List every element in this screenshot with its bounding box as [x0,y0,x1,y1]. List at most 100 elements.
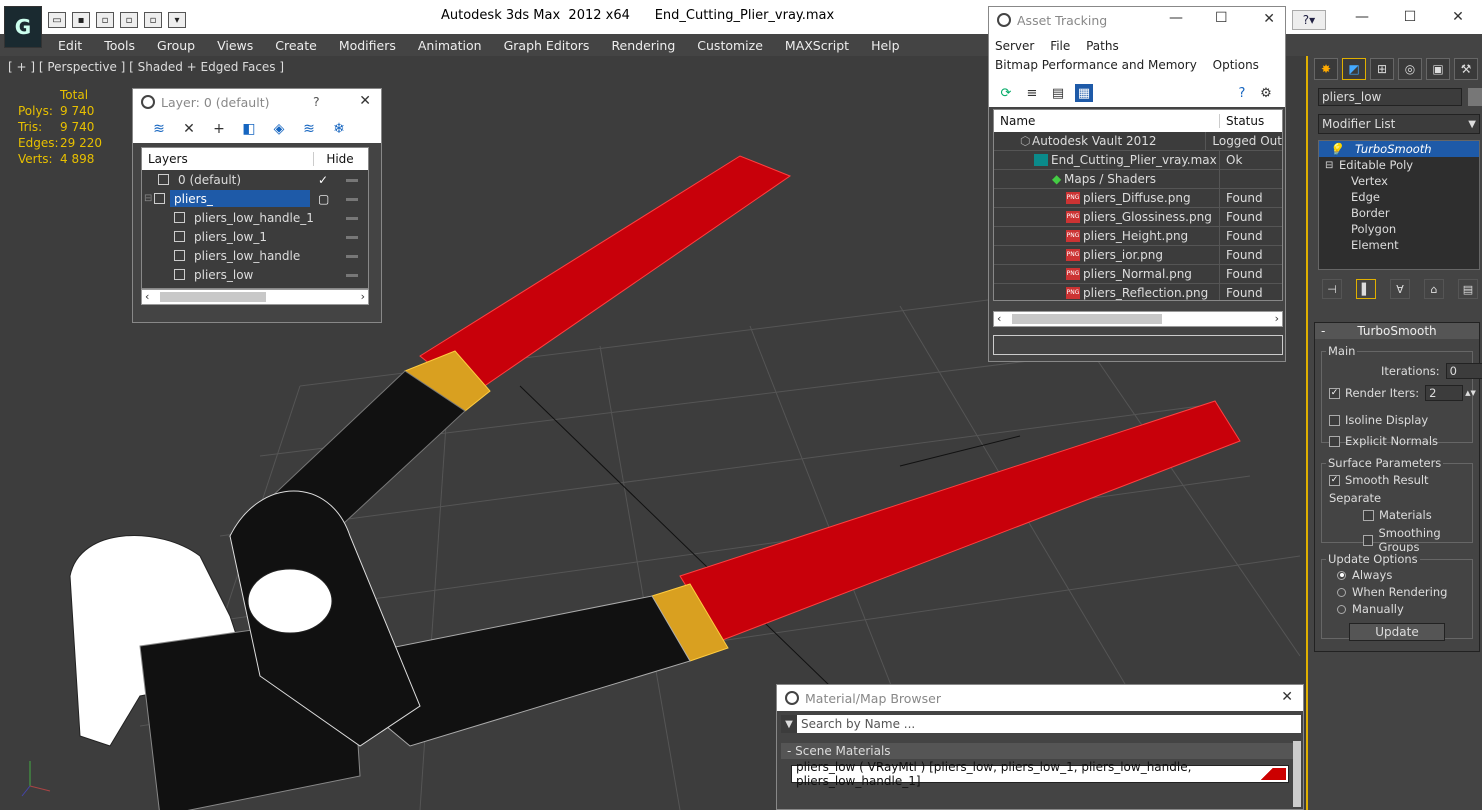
menu-group[interactable]: Group [157,38,195,53]
minimize-icon[interactable]: — [1169,10,1183,26]
menu-tools[interactable]: Tools [104,38,135,53]
status-column-header[interactable]: Status [1220,114,1264,128]
scrollbar-thumb[interactable] [1012,314,1162,324]
hide-toggle[interactable] [346,236,358,239]
new-scene-icon[interactable]: ▫ [96,12,114,28]
table-row[interactable]: ⬡ Autodesk Vault 2012 Logged Out [994,131,1282,151]
table-row[interactable]: PNG pliers_Height.png Found [994,226,1282,246]
menu-modifiers[interactable]: Modifiers [339,38,396,53]
table-row[interactable]: ◆ Maps / Shaders [994,169,1282,189]
menu-graph-editors[interactable]: Graph Editors [504,38,590,53]
maximize-icon[interactable]: ☐ [1215,10,1228,26]
help-icon[interactable]: ? [1233,84,1251,102]
close-icon[interactable]: ✕ [1281,689,1293,705]
add-to-layer-icon[interactable]: + [209,120,229,138]
hold-icon[interactable]: ▫ [120,12,138,28]
render-iters-spinner[interactable]: 2 [1425,385,1464,401]
display-tab-icon[interactable]: ▣ [1426,58,1450,80]
scrollbar-thumb[interactable] [160,292,266,302]
motion-tab-icon[interactable]: ◎ [1398,58,1422,80]
menu-animation[interactable]: Animation [418,38,482,53]
manually-radio[interactable] [1337,604,1346,614]
settings-icon[interactable]: ⚙ [1257,84,1275,102]
object-color-swatch[interactable] [1468,88,1482,106]
options-dropdown-icon[interactable]: ▼ [781,719,797,730]
active-layer-check-icon[interactable]: ✓ [318,173,328,187]
hide-toggle[interactable] [346,217,358,220]
stack-item[interactable]: Element [1319,237,1479,253]
list-view-icon[interactable]: ≡ [1023,84,1041,102]
freeze-all-icon[interactable]: ❄ [329,120,349,138]
stack-item[interactable]: Vertex [1319,173,1479,189]
menu-rendering[interactable]: Rendering [611,38,675,53]
vertical-scrollbar[interactable] [1293,741,1301,807]
hide-toggle[interactable] [346,179,358,182]
isoline-checkbox[interactable] [1329,414,1340,426]
create-layer-icon[interactable]: ≋ [149,120,169,138]
smooth-result-checkbox[interactable]: ✓ [1329,474,1340,486]
stack-item[interactable]: Border [1319,205,1479,221]
materials-checkbox[interactable] [1363,509,1374,521]
help-icon[interactable]: ? [313,94,320,109]
thumbnail-view-icon[interactable]: ▤ [1049,84,1067,102]
layer-window-titlebar[interactable]: Layer: 0 (default) ? ✕ [133,89,381,115]
menu-customize[interactable]: Customize [697,38,763,53]
remove-modifier-icon[interactable]: ⌂ [1424,279,1444,299]
scroll-right-icon[interactable]: › [1275,312,1279,325]
stack-item[interactable]: Edge [1319,189,1479,205]
collapse-icon[interactable]: ⊟ [1325,160,1339,171]
material-item[interactable]: pliers_low ( VRayMtl ) [pliers_low, plie… [791,760,1289,788]
iterations-spinner[interactable]: 0 [1445,363,1482,379]
make-unique-icon[interactable]: ∀ [1390,279,1410,299]
collapse-icon[interactable]: ⊟ [144,193,154,204]
layers-column-header[interactable]: Layers [142,152,314,166]
explicit-normals-checkbox[interactable] [1329,435,1340,447]
highlight-layer-icon[interactable]: ◈ [269,120,289,138]
object-name-field[interactable]: pliers_low [1318,88,1462,106]
smoothing-groups-checkbox[interactable] [1363,534,1374,546]
layer-row[interactable]: ⊟ pliers_ ▢ [142,189,368,208]
viewport-label[interactable]: [ + ] [ Perspective ] [ Shaded + Edged F… [8,60,284,74]
table-row[interactable]: PNG pliers_Diffuse.png Found [994,188,1282,208]
table-row[interactable]: PNG pliers_Reflection.png Found [994,283,1282,300]
hierarchy-tab-icon[interactable]: ⊞ [1370,58,1394,80]
stack-item[interactable]: 💡 TurboSmooth [1319,141,1479,157]
when-rendering-radio[interactable] [1337,587,1346,597]
layer-row[interactable]: pliers_low [142,265,368,284]
close-icon[interactable]: ✕ [1434,0,1482,34]
table-view-icon[interactable]: ▦ [1075,84,1093,102]
scroll-right-icon[interactable]: › [361,290,365,303]
save-icon[interactable]: ▪ [72,12,90,28]
stack-item[interactable]: ⊟ Editable Poly [1319,157,1479,173]
layer-row[interactable]: 0 (default) ✓ [142,170,368,189]
pin-stack-icon[interactable]: ⊣ [1322,279,1342,299]
name-column-header[interactable]: Name [994,114,1220,128]
render-iters-checkbox[interactable]: ✓ [1329,387,1340,399]
app-logo-icon[interactable]: G [4,6,42,48]
close-icon[interactable]: ✕ [1263,11,1275,27]
active-layer-box-icon[interactable]: ▢ [318,192,329,206]
asset-window-titlebar[interactable]: Asset Tracking — ☐ ✕ [989,7,1285,33]
fetch-icon[interactable]: ▫ [144,12,162,28]
search-input[interactable]: Search by Name ... [797,715,1301,733]
hide-toggle[interactable] [346,198,358,201]
spinner-arrows-icon[interactable]: ▲▼ [1465,385,1476,401]
table-row[interactable]: End_Cutting_Plier_vray.max Ok [994,150,1282,170]
menu-help[interactable]: Help [871,38,900,53]
layer-row[interactable]: pliers_low_handle [142,246,368,265]
menu-file[interactable]: File [1050,39,1070,53]
layer-row[interactable]: pliers_low_1 [142,227,368,246]
menu-options[interactable]: Options [1213,58,1259,72]
dropdown-icon[interactable]: ▾ [168,12,186,28]
lightbulb-icon[interactable]: 💡 [1329,142,1345,156]
close-icon[interactable]: ✕ [359,93,371,109]
refresh-icon[interactable]: ⟳ [997,84,1015,102]
material-browser-titlebar[interactable]: Material/Map Browser ✕ [777,685,1303,711]
menu-paths[interactable]: Paths [1086,39,1119,53]
hide-column-header[interactable]: Hide [314,152,366,166]
menu-edit[interactable]: Edit [58,38,82,53]
horizontal-scrollbar[interactable]: ‹ › [993,311,1283,327]
hide-toggle[interactable] [346,274,358,277]
maximize-icon[interactable]: ☐ [1386,0,1434,34]
utilities-tab-icon[interactable]: ⚒ [1454,58,1478,80]
